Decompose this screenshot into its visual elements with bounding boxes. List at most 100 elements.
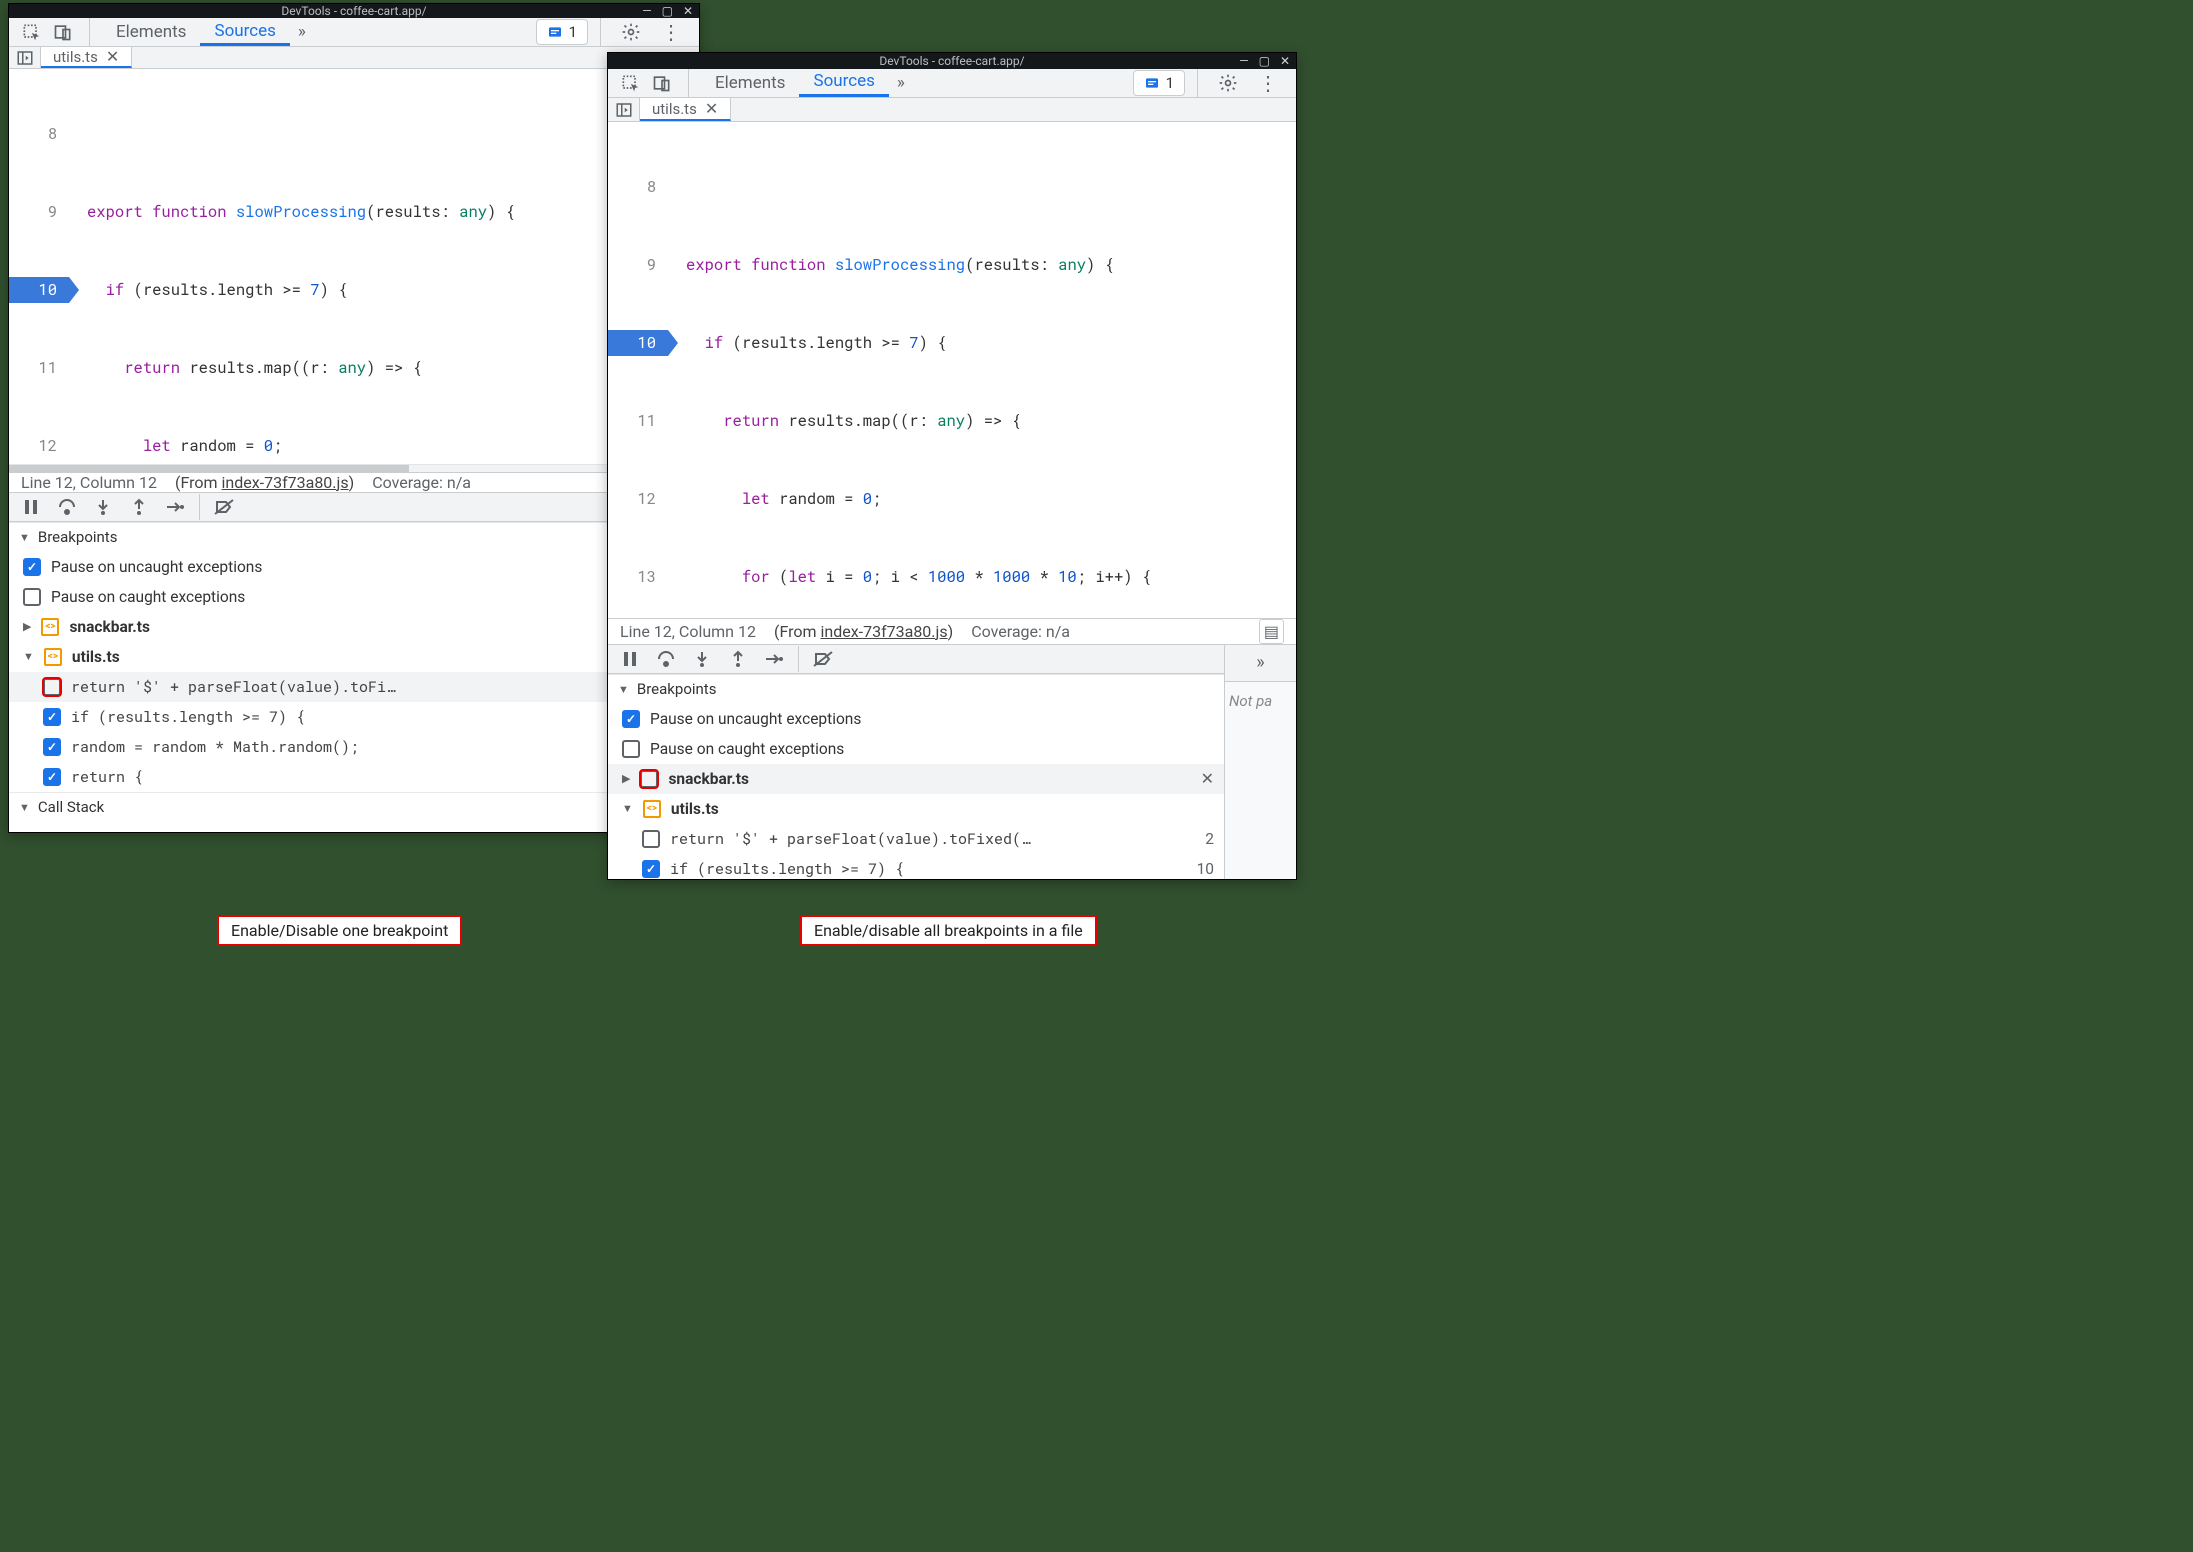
sourcemap-link[interactable]: (From index-73f73a80.js) [175,473,354,492]
expand-side-pane-icon[interactable]: » [1225,644,1296,682]
checkbox-off[interactable] [23,588,41,606]
checkbox-off[interactable] [642,830,660,848]
more-menu-icon[interactable]: ⋮ [1250,71,1286,95]
deactivate-breakpoints-icon[interactable] [210,493,238,521]
checkbox-off[interactable] [622,740,640,758]
tab-sources[interactable]: Sources [799,69,888,97]
file-tab-utils[interactable]: utils.ts✕ [640,98,731,121]
checkbox-on[interactable] [43,738,61,756]
line-number[interactable]: 13 [608,564,668,590]
line-number[interactable]: 11 [9,355,69,381]
pause-uncaught-row[interactable]: Pause on uncaught exceptions [608,704,1224,734]
gutter[interactable]: 8 9 10 11 12 13 ?14 15 16 [608,122,668,618]
maximize-button[interactable]: ▢ [662,4,673,18]
coverage-status: Coverage: n/a [971,622,1070,641]
show-navigator-icon[interactable] [9,47,41,68]
pause-icon[interactable] [616,645,644,673]
step-icon[interactable] [161,493,189,521]
line-number[interactable]: 9 [608,252,668,278]
line-number-breakpoint[interactable]: 10 [9,277,69,303]
show-details-icon[interactable]: ▤ [1259,619,1284,644]
step-into-icon[interactable] [89,493,117,521]
breakpoint-row[interactable]: random = random * Math.random();14 [9,732,699,762]
titlebar[interactable]: DevTools - coffee-cart.app/ — ▢ ✕ [608,53,1296,69]
line-number[interactable]: 11 [608,408,668,434]
settings-icon[interactable] [613,22,649,42]
line-number[interactable]: 12 [9,433,69,459]
breakpoint-row[interactable]: if (results.length >= 7) {10 [608,854,1224,880]
pause-uncaught-row[interactable]: Pause on uncaught exceptions [9,552,699,582]
step-out-icon[interactable] [724,645,752,673]
sourcemap-link[interactable]: (From index-73f73a80.js) [774,622,953,641]
breakpoint-row[interactable]: if (results.length >= 7) {10 [9,702,699,732]
tab-elements[interactable]: Elements [701,69,799,97]
titlebar[interactable]: DevTools - coffee-cart.app/ — ▢ ✕ [9,4,699,18]
maximize-button[interactable]: ▢ [1259,54,1270,68]
device-toggle-icon[interactable] [648,69,676,97]
step-out-icon[interactable] [125,493,153,521]
breakpoints-header[interactable]: ▼Breakpoints [608,674,1224,704]
debug-toolbar [9,492,699,522]
line-number[interactable]: 12 [608,486,668,512]
inspect-icon[interactable] [616,69,644,97]
file-group-snackbar[interactable]: ▶<>snackbar.ts [9,612,699,642]
line-number[interactable]: 9 [9,199,69,225]
callstack-header[interactable]: ▼Call Stack [9,792,699,822]
settings-icon[interactable] [1210,73,1246,93]
remove-file-breakpoints-icon[interactable]: ✕ [1201,769,1214,788]
gutter[interactable]: 8 9 10 11 12 13 ?14 15 16 [9,69,69,464]
more-menu-icon[interactable]: ⋮ [653,20,689,44]
horizontal-scrollbar[interactable] [9,464,699,472]
code-editor[interactable]: 8 9 10 11 12 13 ?14 15 16 export functio… [9,69,699,464]
breakpoint-row[interactable]: return '$' + parseFloat(value).toFi… ✎ ✕… [9,672,699,702]
file-tab-utils[interactable]: utils.ts ✕ [41,47,132,68]
close-file-tab-icon[interactable]: ✕ [705,99,718,118]
title-text: DevTools - coffee-cart.app/ [879,54,1024,68]
file-group-utils[interactable]: ▼<>utils.ts [608,794,1224,824]
breakpoint-row[interactable]: return '$' + parseFloat(value).toFixed(…… [608,824,1224,854]
close-file-tab-icon[interactable]: ✕ [106,47,119,66]
tab-sources[interactable]: Sources [200,18,289,46]
more-tabs-icon[interactable]: » [889,73,913,93]
more-tabs-icon[interactable]: » [290,22,314,42]
devtools-window-left: DevTools - coffee-cart.app/ — ▢ ✕ Elemen… [8,3,700,833]
pause-caught-row[interactable]: Pause on caught exceptions [608,734,1224,764]
checkbox-off-highlighted[interactable] [43,678,61,696]
minimize-button[interactable]: — [642,4,651,18]
line-number[interactable]: 8 [608,174,668,200]
checkbox-on[interactable] [23,558,41,576]
checkbox-on[interactable] [642,860,660,878]
checkbox-on[interactable] [622,710,640,728]
close-button[interactable]: ✕ [683,4,693,18]
status-bar: Line 12, Column 12 (From index-73f73a80.… [9,472,699,492]
pause-caught-row[interactable]: Pause on caught exceptions [9,582,699,612]
step-over-icon[interactable] [652,645,680,673]
code-content[interactable]: export function slowProcessing(results: … [69,69,515,464]
step-icon[interactable] [760,645,788,673]
code-editor[interactable]: 8 9 10 11 12 13 ?14 15 16 export functio… [608,122,1296,618]
close-button[interactable]: ✕ [1280,54,1290,68]
file-group-utils[interactable]: ▼<>utils.ts [9,642,699,672]
checkbox-off-highlighted[interactable] [640,770,658,788]
breakpoints-header[interactable]: ▼Breakpoints [9,522,699,552]
step-into-icon[interactable] [688,645,716,673]
line-number-breakpoint[interactable]: 10 [608,330,668,356]
step-over-icon[interactable] [53,493,81,521]
tab-elements[interactable]: Elements [102,18,200,46]
issues-badge[interactable]: 1 [1133,70,1185,96]
coverage-status: Coverage: n/a [372,473,471,492]
file-group-snackbar[interactable]: ▶snackbar.ts✕ [608,764,1224,794]
issues-badge[interactable]: 1 [536,19,588,45]
minimize-button[interactable]: — [1239,54,1248,68]
checkbox-on[interactable] [43,768,61,786]
breakpoints-panel: ▼Breakpoints Pause on uncaught exception… [9,522,699,822]
deactivate-breakpoints-icon[interactable] [809,645,837,673]
pause-icon[interactable] [17,493,45,521]
line-number[interactable]: 8 [9,121,69,147]
code-content[interactable]: export function slowProcessing(results: … [668,122,1151,618]
checkbox-on[interactable] [43,708,61,726]
inspect-icon[interactable] [17,18,45,46]
breakpoint-row[interactable]: return {16 [9,762,699,792]
device-toggle-icon[interactable] [49,18,77,46]
show-navigator-icon[interactable] [608,98,640,121]
